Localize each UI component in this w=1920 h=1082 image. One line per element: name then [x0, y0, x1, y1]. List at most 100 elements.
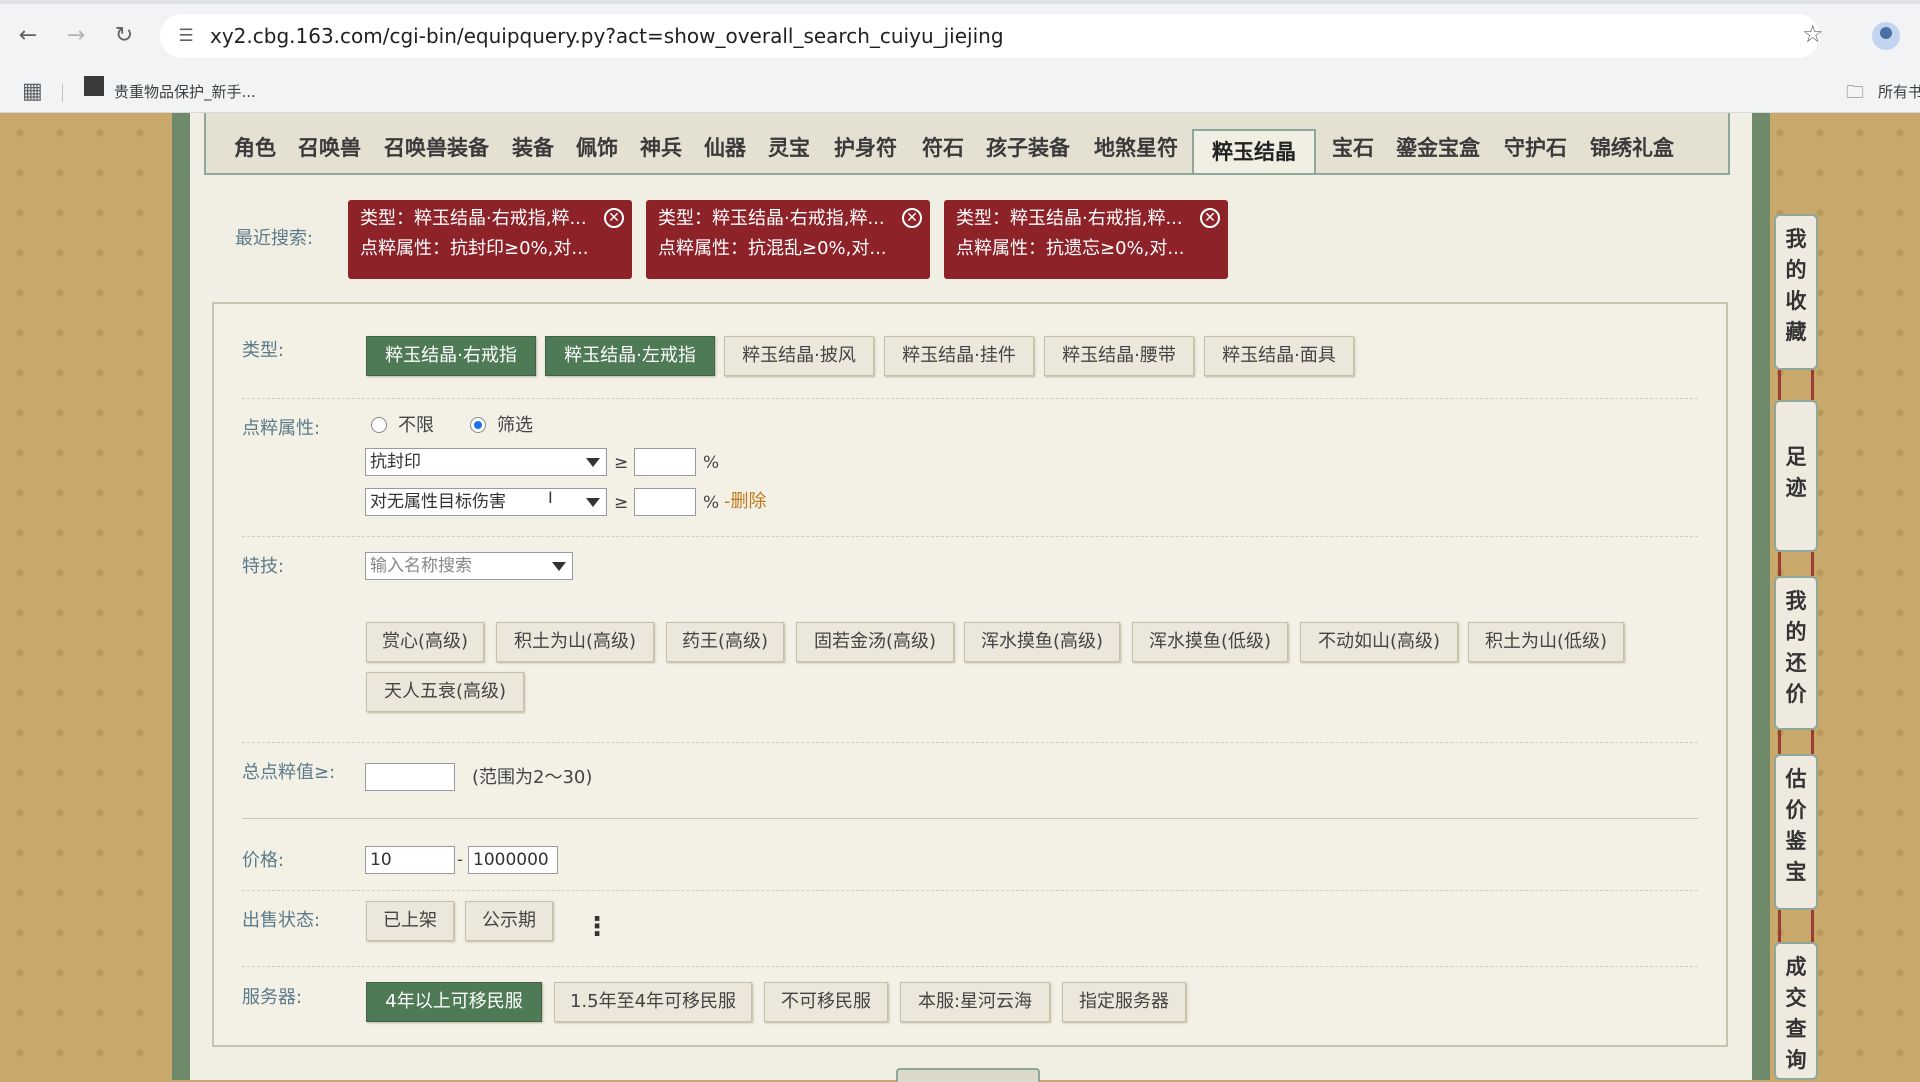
radio-filter[interactable]: [470, 417, 486, 433]
close-icon[interactable]: ✕: [604, 208, 624, 228]
url-text[interactable]: xy2.cbg.163.com/cgi-bin/equipquery.py?ac…: [210, 24, 1004, 48]
profile-avatar[interactable]: [1872, 22, 1900, 50]
bookmark-item[interactable]: 贵重物品保护_新手...: [114, 83, 256, 101]
ge-symbol: ≥: [614, 453, 629, 473]
side-nav-appraise[interactable]: 估价鉴宝: [1774, 754, 1818, 910]
server-option-no-migrate[interactable]: 不可移民服: [764, 982, 888, 1022]
sale-status-preview[interactable]: 公示期: [465, 901, 553, 941]
tab-accessory[interactable]: 佩饰: [576, 135, 618, 161]
tab-summon[interactable]: 召唤兽: [298, 135, 361, 161]
skill-option[interactable]: 积土为山(低级): [1468, 622, 1624, 662]
chevron-down-icon: [552, 562, 566, 571]
type-option-right-ring[interactable]: 粹玉结晶·右戒指: [366, 336, 536, 376]
skill-option[interactable]: 浑水摸鱼(低级): [1132, 622, 1288, 662]
divider: [242, 818, 1698, 819]
price-min-input[interactable]: 10: [365, 846, 455, 874]
radio-any[interactable]: [371, 417, 387, 433]
tab-gem[interactable]: 宝石: [1332, 135, 1374, 161]
skill-option[interactable]: 积土为山(高级): [496, 622, 654, 662]
side-nav-connector: [1811, 910, 1814, 942]
recent-search-label: 最近搜索:: [235, 228, 314, 249]
tab-strip: [0, 0, 1920, 4]
tab-immortal-gear[interactable]: 仙器: [704, 135, 746, 161]
skill-label: 特技:: [242, 556, 285, 577]
skill-option[interactable]: 浑水摸鱼(高级): [964, 622, 1120, 662]
recent-search-type: 类型：粹玉结晶·右戒指,粹...: [360, 208, 587, 229]
bookmarks-bar: ▦ 贵重物品保护_新手... 🗀 所有书: [0, 72, 1920, 113]
side-nav-my-offers[interactable]: 我的还价: [1774, 576, 1818, 730]
divider: [242, 536, 1698, 537]
tab-spirit-treasure[interactable]: 灵宝: [768, 135, 810, 161]
all-bookmarks-link[interactable]: 所有书: [1878, 83, 1920, 101]
server-option-specify[interactable]: 指定服务器: [1062, 982, 1186, 1022]
recent-search-card[interactable]: 类型：粹玉结晶·右戒指,粹... 点粹属性：抗遗忘≥0%,对... ✕: [944, 200, 1228, 279]
tab-gilded-box[interactable]: 鎏金宝盒: [1396, 135, 1480, 161]
total-label: 总点粹值≥:: [242, 762, 336, 783]
percent-unit: %: [703, 493, 720, 513]
server-option-current[interactable]: 本服:星河云海: [900, 982, 1050, 1022]
tab-equip[interactable]: 装备: [512, 135, 554, 161]
side-nav-deal-lookup[interactable]: 成交查询: [1774, 942, 1818, 1080]
attr-select-2[interactable]: 对无属性目标伤害: [365, 488, 607, 516]
attr-select-1-value: 抗封印: [370, 452, 421, 472]
delete-attr-link[interactable]: -删除: [724, 491, 767, 513]
reload-icon[interactable]: ↻: [110, 22, 138, 50]
side-nav-my-offers-label: 我的还价: [1785, 589, 1807, 706]
tab-divine-weapon[interactable]: 神兵: [640, 135, 682, 161]
skill-option[interactable]: 赏心(高级): [366, 622, 484, 662]
sale-status-listed[interactable]: 已上架: [366, 901, 454, 941]
bookmark-favicon: [84, 76, 104, 96]
attr-select-1[interactable]: 抗封印: [365, 448, 607, 476]
skill-search-input[interactable]: 输入名称搜索: [365, 552, 573, 580]
tab-role[interactable]: 角色: [234, 135, 276, 161]
tab-cuiyu-crystal[interactable]: 粹玉结晶: [1192, 129, 1316, 173]
tab-brocade-gift-box[interactable]: 锦绣礼盒: [1590, 135, 1674, 161]
site-settings-icon[interactable]: ☰: [174, 24, 198, 48]
side-nav-favorites[interactable]: 我的收藏: [1774, 214, 1818, 370]
server-option-1.5-4yr-migrate[interactable]: 1.5年至4年可移民服: [554, 982, 752, 1022]
divider: [242, 890, 1698, 891]
close-icon[interactable]: ✕: [902, 208, 922, 228]
skill-option[interactable]: 固若金汤(高级): [796, 622, 954, 662]
type-option-left-ring[interactable]: 粹玉结晶·左戒指: [545, 336, 715, 376]
skill-option[interactable]: 药王(高级): [666, 622, 784, 662]
recent-search-type: 类型：粹玉结晶·右戒指,粹...: [658, 208, 885, 229]
address-bar[interactable]: ☰ xy2.cbg.163.com/cgi-bin/equipquery.py?…: [160, 14, 1820, 58]
price-max-input[interactable]: 1000000: [468, 846, 558, 874]
side-nav-favorites-label: 我的收藏: [1785, 227, 1807, 344]
side-nav-history[interactable]: 足迹: [1774, 400, 1818, 552]
type-option-mask[interactable]: 粹玉结晶·面具: [1204, 336, 1354, 376]
bookmarks-divider: [62, 84, 63, 102]
type-option-cape[interactable]: 粹玉结晶·披风: [724, 336, 874, 376]
type-option-pendant[interactable]: 粹玉结晶·挂件: [884, 336, 1034, 376]
skill-option[interactable]: 不动如山(高级): [1300, 622, 1458, 662]
recent-search-card[interactable]: 类型：粹玉结晶·右戒指,粹... 点粹属性：抗封印≥0%,对... ✕: [348, 200, 632, 279]
server-option-4yr-migrate[interactable]: 4年以上可移民服: [366, 982, 542, 1022]
tab-summon-equip[interactable]: 召唤兽装备: [384, 135, 489, 161]
close-icon[interactable]: ✕: [1200, 208, 1220, 228]
recent-search-card[interactable]: 类型：粹玉结晶·右戒指,粹... 点粹属性：抗混乱≥0%,对... ✕: [646, 200, 930, 279]
tab-star-rune[interactable]: 地煞星符: [1094, 135, 1178, 161]
tab-child-equip[interactable]: 孩子装备: [986, 135, 1070, 161]
tab-guardian-stone[interactable]: 守护石: [1504, 135, 1567, 161]
forward-icon[interactable]: →: [62, 22, 90, 50]
recent-search-attr: 点粹属性：抗封印≥0%,对...: [360, 238, 589, 259]
attr-value-input-1[interactable]: [634, 448, 696, 476]
tab-amulet[interactable]: 护身符: [834, 135, 897, 161]
skill-option[interactable]: 天人五衰(高级): [366, 672, 524, 712]
side-nav-appraise-label: 估价鉴宝: [1785, 767, 1807, 884]
price-label: 价格:: [242, 850, 285, 871]
tab-rune-stone[interactable]: 符石: [922, 135, 964, 161]
apps-grid-icon[interactable]: ▦: [22, 80, 43, 104]
side-nav-connector: [1811, 370, 1814, 400]
type-label: 类型:: [242, 340, 285, 361]
radio-filter-label: 筛选: [497, 415, 533, 436]
total-value-input[interactable]: [365, 763, 455, 791]
more-vert-icon[interactable]: ⋮: [584, 914, 610, 940]
folder-icon[interactable]: 🗀: [1846, 80, 1864, 110]
type-option-belt[interactable]: 粹玉结晶·腰带: [1044, 336, 1194, 376]
skill-search-placeholder: 输入名称搜索: [370, 556, 472, 576]
bookmark-star-icon[interactable]: ☆: [1802, 20, 1824, 48]
attr-value-input-2[interactable]: [634, 488, 696, 516]
back-icon[interactable]: ←: [14, 22, 42, 50]
